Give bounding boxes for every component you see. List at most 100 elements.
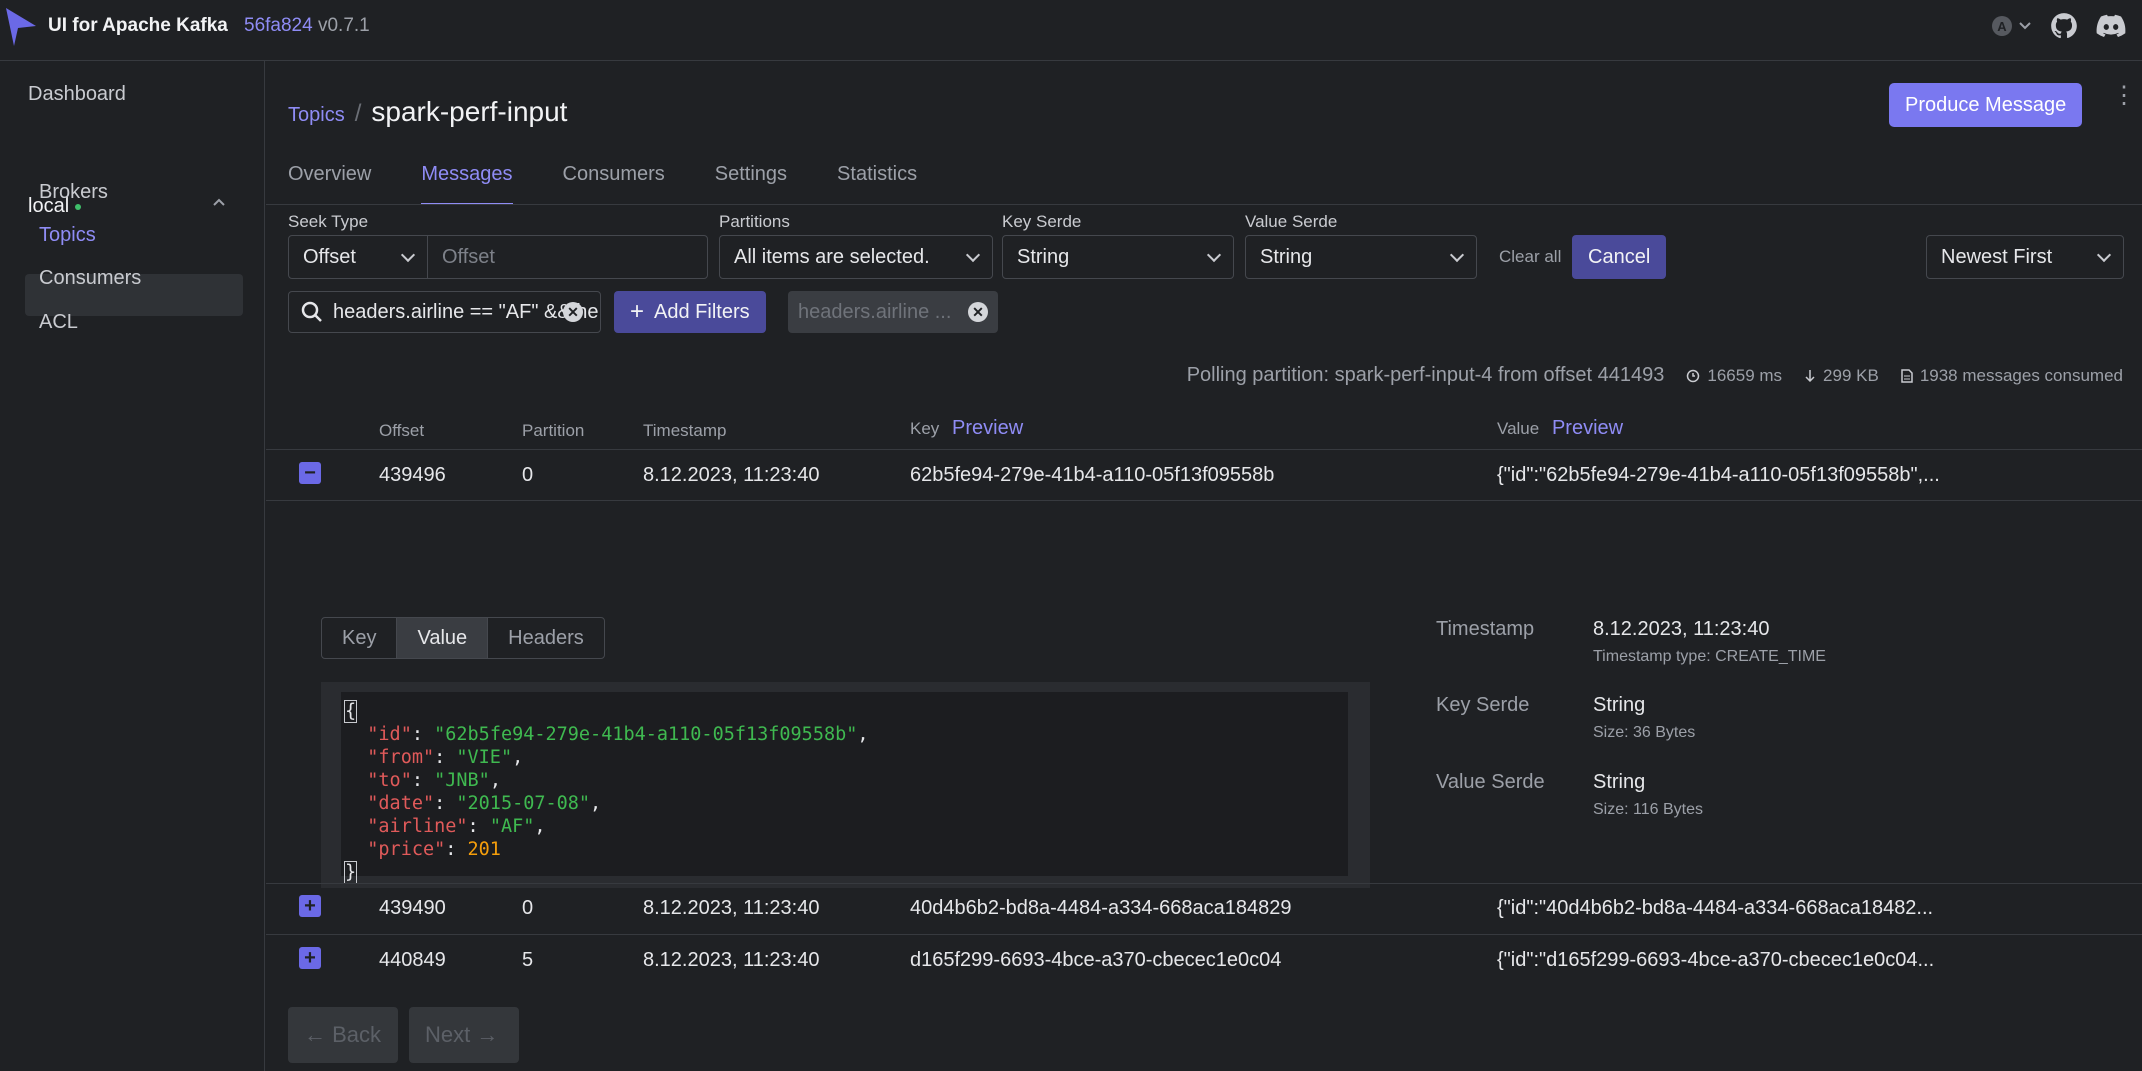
json-price: 201 bbox=[467, 839, 501, 860]
sidebar-item-acl[interactable]: ACL bbox=[39, 311, 78, 334]
consumed-stat: 1938 messages consumed bbox=[1901, 366, 2123, 386]
row3-partition: 5 bbox=[522, 949, 534, 971]
sidebar-item-topics[interactable]: Topics bbox=[39, 224, 96, 247]
json-date: "2015-07-08" bbox=[456, 793, 591, 814]
more-options-icon[interactable]: ⋮ bbox=[2112, 84, 2136, 108]
produce-message-button[interactable]: Produce Message bbox=[1889, 83, 2083, 127]
breadcrumb-separator: / bbox=[354, 100, 362, 127]
col-offset: Offset bbox=[379, 421, 425, 440]
json-id: "62b5fe94-279e-41b4-a110-05f13f09558b" bbox=[434, 724, 858, 745]
commit-hash[interactable]: 56fa824 bbox=[244, 15, 313, 36]
app-title[interactable]: UI for Apache Kafka bbox=[48, 15, 228, 37]
detail-value-size: Size: 116 Bytes bbox=[1593, 801, 1703, 818]
row1-value: {"id":"62b5fe94-279e-41b4-a110-05f13f095… bbox=[1497, 464, 1940, 486]
clear-search-icon[interactable]: ✕ bbox=[563, 302, 583, 322]
json-to: "JNB" bbox=[434, 770, 490, 791]
page-title: spark-perf-input bbox=[371, 96, 568, 127]
chevron-down-icon bbox=[2019, 22, 2031, 30]
row2-timestamp: 8.12.2023, 11:23:40 bbox=[643, 897, 820, 919]
row-divider bbox=[266, 500, 2142, 501]
row1-partition: 0 bbox=[522, 464, 534, 486]
collapse-row-icon[interactable]: − bbox=[299, 462, 321, 484]
tab-messages[interactable]: Messages bbox=[421, 163, 513, 205]
sidebar: Dashboard local Brokers Topics Consumers… bbox=[0, 61, 265, 1071]
cluster-status-dot bbox=[75, 203, 82, 210]
row2-offset: 439490 bbox=[379, 897, 446, 919]
row1-key: 62b5fe94-279e-41b4-a110-05f13f09558b bbox=[910, 464, 1275, 486]
sidebar-item-brokers[interactable]: Brokers bbox=[39, 181, 108, 204]
breadcrumb: Topics / spark-perf-input bbox=[288, 96, 567, 128]
expand-row-icon[interactable]: + bbox=[299, 947, 321, 969]
tab-overview[interactable]: Overview bbox=[288, 163, 371, 205]
seek-type-value: Offset bbox=[303, 245, 356, 268]
key-serde-label: Key Serde bbox=[1002, 212, 1082, 231]
filter-chip-label: headers.airline ... bbox=[798, 300, 952, 323]
value-preview-link[interactable]: Preview bbox=[1552, 417, 1623, 439]
tab-settings[interactable]: Settings bbox=[715, 163, 787, 205]
remove-filter-icon[interactable]: ✕ bbox=[968, 302, 988, 322]
row-divider bbox=[266, 883, 2142, 884]
filter-chip[interactable]: headers.airline ... ✕ bbox=[788, 291, 998, 333]
sidebar-item-consumers[interactable]: Consumers bbox=[39, 267, 141, 290]
tab-consumers[interactable]: Consumers bbox=[563, 163, 665, 205]
json-viewer: { "id": "62b5fe94-279e-41b4-a110-05f13f0… bbox=[321, 682, 1370, 888]
col-value: Value Preview bbox=[1497, 417, 1623, 440]
version-number: v0.7.1 bbox=[317, 15, 370, 36]
breadcrumb-topics-link[interactable]: Topics bbox=[288, 104, 345, 127]
col-value-label: Value bbox=[1497, 419, 1540, 438]
consumed-value: 1938 messages consumed bbox=[1919, 365, 2123, 385]
col-partition: Partition bbox=[522, 421, 585, 440]
elapsed-stat: 16659 ms bbox=[1686, 366, 1782, 386]
seek-type-select[interactable]: Offset bbox=[288, 235, 428, 279]
chevron-down-icon bbox=[2096, 247, 2112, 262]
detail-value-serde-value: String bbox=[1593, 771, 1646, 793]
tab-value[interactable]: Value bbox=[397, 618, 489, 658]
col-key-label: Key bbox=[910, 419, 940, 438]
detail-timestamp-type: Timestamp type: CREATE_TIME bbox=[1593, 648, 1826, 665]
plus-icon: + bbox=[630, 298, 645, 325]
next-button[interactable]: Next → bbox=[409, 1007, 519, 1063]
row3-offset: 440849 bbox=[379, 949, 446, 971]
row1-timestamp: 8.12.2023, 11:23:40 bbox=[643, 464, 820, 486]
json-from: "VIE" bbox=[456, 747, 513, 768]
cancel-button[interactable]: Cancel bbox=[1572, 235, 1667, 279]
sort-select[interactable]: Newest First bbox=[1926, 235, 2124, 279]
search-input[interactable]: headers.airline == "AF" && he bbox=[288, 291, 601, 333]
row3-value: {"id":"d165f299-6693-4bce-a370-cbecec1e0… bbox=[1497, 949, 1935, 971]
back-button[interactable]: ← Back bbox=[288, 1007, 398, 1063]
offset-input[interactable]: Offset bbox=[427, 235, 708, 279]
detail-timestamp-label: Timestamp bbox=[1436, 618, 1535, 640]
tab-statistics[interactable]: Statistics bbox=[837, 163, 917, 205]
value-serde-label: Value Serde bbox=[1245, 212, 1338, 231]
expand-row-icon[interactable]: + bbox=[299, 895, 321, 917]
row-divider bbox=[266, 934, 2142, 935]
discord-icon[interactable] bbox=[2096, 14, 2126, 38]
bytes-stat: 299 KB bbox=[1804, 366, 1879, 386]
chevron-up-icon[interactable] bbox=[212, 197, 226, 207]
sidebar-item-dashboard[interactable]: Dashboard bbox=[28, 83, 126, 106]
arrow-down-icon bbox=[1805, 369, 1815, 382]
add-filters-label: Add Filters bbox=[654, 300, 750, 323]
bytes-value: 299 KB bbox=[1823, 365, 1879, 385]
github-icon[interactable] bbox=[2050, 12, 2078, 40]
col-timestamp: Timestamp bbox=[643, 421, 727, 440]
key-serde-select[interactable]: String bbox=[1002, 235, 1234, 279]
search-query: headers.airline == "AF" && he bbox=[333, 300, 599, 323]
partitions-select[interactable]: All items are selected. bbox=[719, 235, 993, 279]
chevron-down-icon bbox=[965, 247, 981, 262]
elapsed-value: 16659 ms bbox=[1707, 365, 1783, 385]
json-code[interactable]: { "id": "62b5fe94-279e-41b4-a110-05f13f0… bbox=[341, 692, 1348, 884]
value-serde-select[interactable]: String bbox=[1245, 235, 1477, 279]
search-icon bbox=[301, 301, 322, 322]
clear-all-button[interactable]: Clear all bbox=[1499, 247, 1561, 267]
user-menu[interactable]: A bbox=[1992, 16, 2032, 36]
tab-headers[interactable]: Headers bbox=[488, 618, 604, 658]
key-preview-link[interactable]: Preview bbox=[952, 417, 1023, 439]
partitions-label: Partitions bbox=[719, 212, 790, 231]
row2-key: 40d4b6b2-bd8a-4484-a334-668aca184829 bbox=[910, 897, 1292, 919]
topic-tabs: Overview Messages Consumers Settings Sta… bbox=[288, 163, 967, 205]
add-filters-button[interactable]: + Add Filters bbox=[614, 291, 766, 333]
kafka-logo-icon[interactable] bbox=[4, 6, 38, 46]
tab-key[interactable]: Key bbox=[322, 618, 398, 658]
row1-offset: 439496 bbox=[379, 464, 446, 486]
